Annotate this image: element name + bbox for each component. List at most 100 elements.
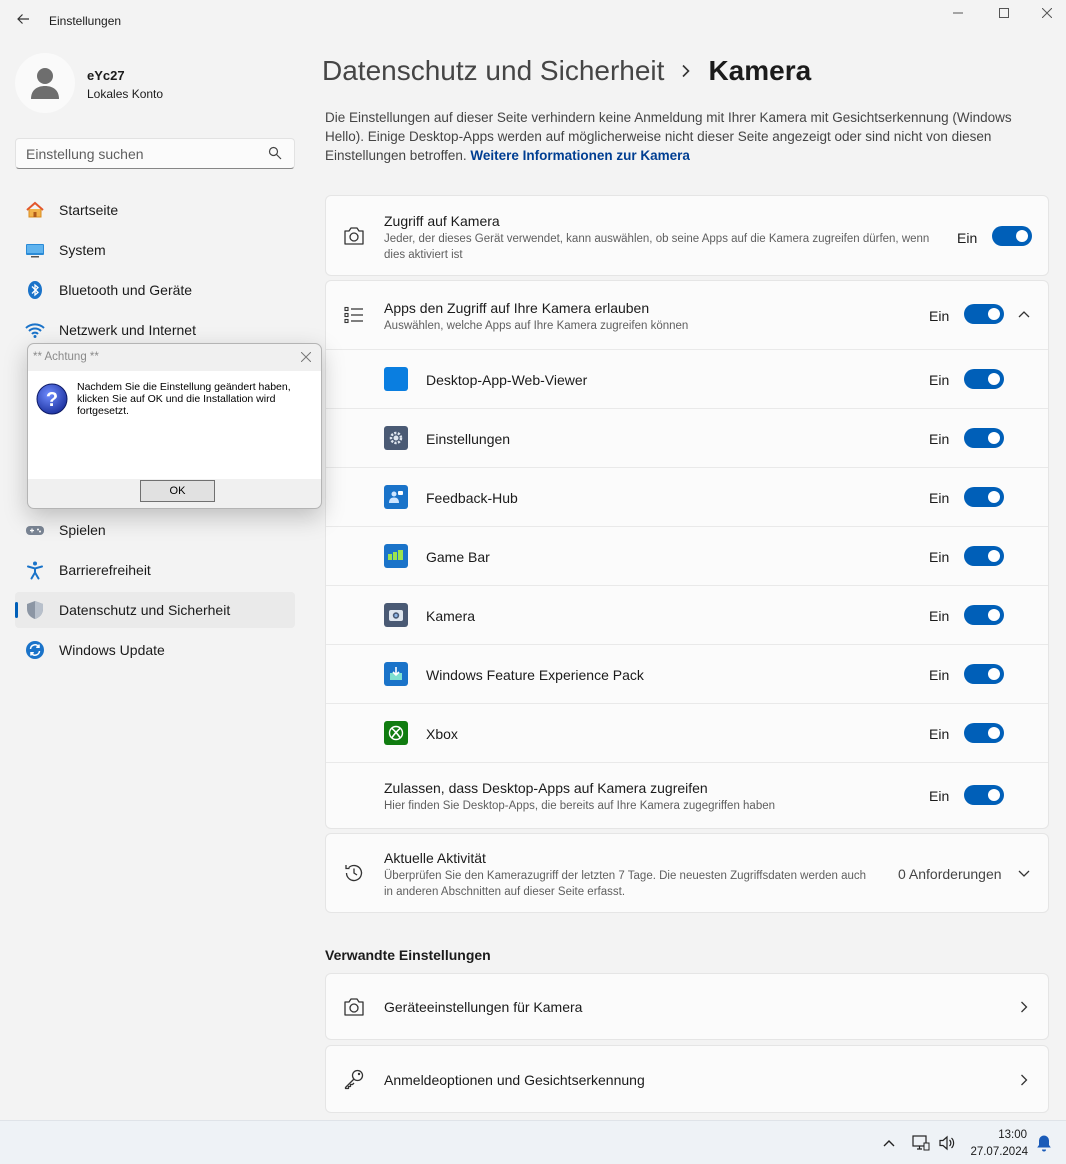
chevron-up-icon[interactable] xyxy=(1017,307,1031,321)
back-button[interactable] xyxy=(12,8,34,30)
sidebar-item-label: Spielen xyxy=(59,522,106,538)
page-title: Kamera xyxy=(708,55,812,86)
wifi-icon xyxy=(25,320,45,340)
related-settings-heading: Verwandte Einstellungen xyxy=(325,947,491,963)
app-row-desktop-web-viewer: Desktop-App-Web-Viewer Ein xyxy=(326,350,1048,408)
sidebar-item-system[interactable]: System xyxy=(15,232,295,268)
sidebar-item-bluetooth[interactable]: Bluetooth und Geräte xyxy=(15,272,295,308)
app-row-xbox: Xbox Ein xyxy=(326,704,1048,762)
related-camera-device-settings[interactable]: Geräteeinstellungen für Kamera xyxy=(325,973,1049,1040)
settings-app-icon xyxy=(384,426,408,450)
title-bar: Einstellungen xyxy=(0,0,1066,40)
app-toggle[interactable] xyxy=(964,546,1004,566)
app-title: Einstellungen xyxy=(49,14,122,28)
sidebar-item-windows-update[interactable]: Windows Update xyxy=(15,632,295,668)
toggle-state-label: Ein xyxy=(929,608,950,624)
web-viewer-app-icon xyxy=(384,367,408,391)
app-name: Xbox xyxy=(426,726,458,742)
app-name: Windows Feature Experience Pack xyxy=(426,667,644,683)
related-sign-in-options[interactable]: Anmeldeoptionen und Gesichtserkennung xyxy=(325,1045,1049,1113)
display-icon[interactable] xyxy=(912,1134,930,1152)
apps-access-toggle[interactable] xyxy=(964,304,1004,324)
close-icon xyxy=(1041,8,1052,18)
update-icon xyxy=(25,640,45,660)
camera-icon xyxy=(343,225,365,247)
row-title: Anmeldeoptionen und Gesichtserkennung xyxy=(384,1072,645,1088)
clock-date[interactable]: 27.07.2024 xyxy=(960,1146,1028,1158)
toggle-state-label: Ein xyxy=(929,726,950,742)
dialog-close-button[interactable] xyxy=(299,350,313,364)
app-toggle[interactable] xyxy=(964,487,1004,507)
chevron-right-icon xyxy=(1017,1073,1031,1087)
breadcrumb-parent[interactable]: Datenschutz und Sicherheit xyxy=(322,55,664,87)
account-name: eYc27 xyxy=(87,68,125,83)
sidebar-item-label: Bluetooth und Geräte xyxy=(59,282,193,298)
row-title: Apps den Zugriff auf Ihre Kamera erlaube… xyxy=(384,300,650,316)
app-row-kamera: Kamera Ein xyxy=(326,586,1048,644)
minimize-button[interactable] xyxy=(935,0,981,26)
app-name: Einstellungen xyxy=(426,431,511,447)
learn-more-link[interactable]: Weitere Informationen zur Kamera xyxy=(470,148,690,163)
sidebar-item-label: Startseite xyxy=(59,202,119,218)
warning-dialog: ** Achtung ** ? Nachdem Sie die Einstell… xyxy=(27,343,322,509)
toggle-state-label: Ein xyxy=(929,431,950,447)
clock-time[interactable]: 13:00 xyxy=(975,1129,1027,1141)
chevron-right-icon xyxy=(1017,1000,1031,1014)
chevron-down-icon[interactable] xyxy=(1017,867,1031,881)
volume-icon[interactable] xyxy=(938,1134,956,1152)
sidebar-item-label: Datenschutz und Sicherheit xyxy=(59,602,231,618)
app-toggle[interactable] xyxy=(964,664,1004,684)
sidebar-item-startseite[interactable]: Startseite xyxy=(15,192,295,228)
chevron-right-icon xyxy=(680,64,692,78)
toggle-state-label: Ein xyxy=(929,490,950,506)
app-toggle[interactable] xyxy=(964,605,1004,625)
sidebar-item-label: Netzwerk und Internet xyxy=(59,322,196,338)
feature-pack-app-icon xyxy=(384,662,408,686)
app-toggle[interactable] xyxy=(964,428,1004,448)
search-icon[interactable] xyxy=(268,146,282,160)
svg-text:?: ? xyxy=(46,389,58,411)
recent-activity-card[interactable]: Aktuelle Aktivität Überprüfen Sie den Ka… xyxy=(325,833,1049,913)
desktop-apps-row: Zulassen, dass Desktop-Apps auf Kamera z… xyxy=(326,763,1048,829)
monitor-icon xyxy=(25,240,45,260)
row-title: Zulassen, dass Desktop-Apps auf Kamera z… xyxy=(384,780,708,796)
game-bar-app-icon xyxy=(384,544,408,568)
ok-button[interactable]: OK xyxy=(140,480,215,502)
app-name: Desktop-App-Web-Viewer xyxy=(426,372,588,388)
row-description: Hier finden Sie Desktop-Apps, die bereit… xyxy=(384,800,776,812)
sidebar-item-label: Barrierefreiheit xyxy=(59,562,151,578)
toggle-state-label: Ein xyxy=(929,372,950,388)
search-input[interactable] xyxy=(16,139,256,168)
row-title: Geräteeinstellungen für Kamera xyxy=(384,999,583,1015)
key-icon xyxy=(343,1068,365,1090)
xbox-app-icon xyxy=(384,721,408,745)
apps-access-card: Apps den Zugriff auf Ihre Kamera erlaube… xyxy=(325,280,1049,829)
camera-icon xyxy=(343,996,365,1018)
sidebar-item-spielen[interactable]: Spielen xyxy=(15,512,295,548)
desktop-apps-toggle[interactable] xyxy=(964,785,1004,805)
close-button[interactable] xyxy=(1027,0,1066,26)
app-toggle[interactable] xyxy=(964,723,1004,743)
avatar[interactable] xyxy=(15,53,75,113)
sidebar-item-datenschutz[interactable]: Datenschutz und Sicherheit xyxy=(15,592,295,628)
list-icon xyxy=(343,304,365,326)
home-icon xyxy=(25,200,45,220)
user-icon xyxy=(31,68,59,99)
toggle-state-label: Ein xyxy=(957,230,978,246)
sidebar-item-barrierefreiheit[interactable]: Barrierefreiheit xyxy=(15,552,295,588)
notification-bell-icon[interactable] xyxy=(1035,1134,1053,1152)
row-title: Aktuelle Aktivität xyxy=(384,850,486,866)
chevron-up-icon[interactable] xyxy=(880,1134,898,1152)
app-name: Feedback-Hub xyxy=(426,490,518,506)
bluetooth-icon xyxy=(25,280,45,300)
search-box[interactable] xyxy=(15,138,295,169)
camera-access-toggle[interactable] xyxy=(992,226,1032,246)
feedback-hub-app-icon xyxy=(384,485,408,509)
app-toggle[interactable] xyxy=(964,369,1004,389)
accessibility-icon xyxy=(25,560,45,580)
maximize-button[interactable] xyxy=(981,0,1027,26)
row-title: Zugriff auf Kamera xyxy=(384,213,500,229)
sidebar-item-label: System xyxy=(59,242,106,258)
row-description: Auswählen, welche Apps auf Ihre Kamera z… xyxy=(384,320,689,332)
dialog-body: ? Nachdem Sie die Einstellung geändert h… xyxy=(28,371,321,479)
